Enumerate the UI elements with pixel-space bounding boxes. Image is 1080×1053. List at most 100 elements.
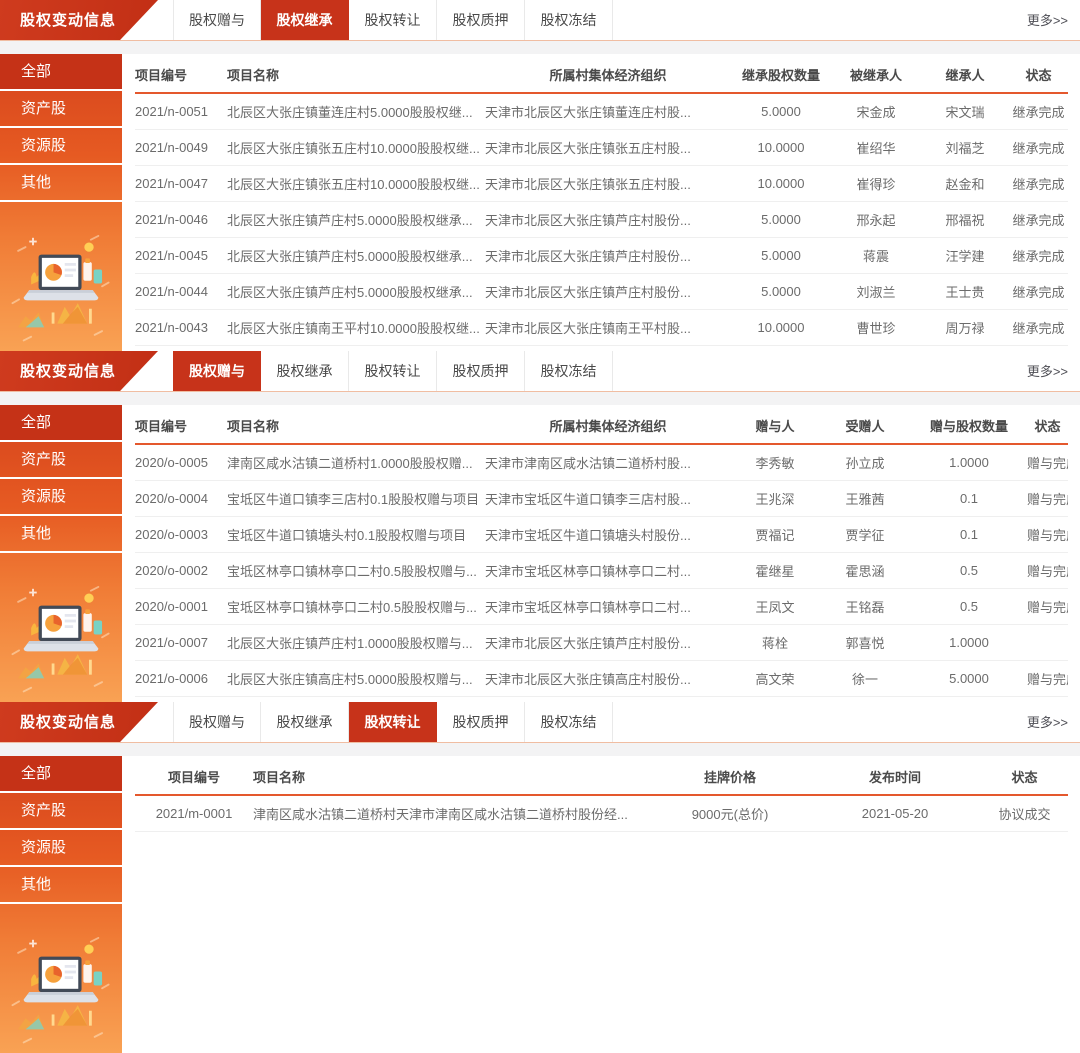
tab-3[interactable]: 股权质押: [437, 0, 525, 40]
table-row[interactable]: 2021/o-0007北辰区大张庄镇芦庄村1.0000股股权赠与...天津市北辰…: [135, 624, 1068, 660]
cell: 宝坻区林亭口镇林亭口二村0.5股股权赠与...: [227, 588, 485, 624]
cell: 5.0000: [731, 237, 831, 273]
tab-4[interactable]: 股权冻结: [525, 702, 613, 742]
cell: 郭喜悦: [819, 624, 911, 660]
table-row[interactable]: 2021/n-0046北辰区大张庄镇芦庄村5.0000股股权继承...天津市北辰…: [135, 201, 1068, 237]
cell: 李秀敏: [731, 444, 819, 480]
cell: 霍继星: [731, 552, 819, 588]
tab-3[interactable]: 股权质押: [437, 351, 525, 391]
tab-4[interactable]: 股权冻结: [525, 0, 613, 40]
cell: 5.0000: [731, 201, 831, 237]
cell: 天津市北辰区大张庄镇芦庄村股份...: [485, 273, 731, 309]
cell: 继承完成: [1009, 93, 1068, 129]
cell: 刘福芝: [921, 129, 1009, 165]
cell: 北辰区大张庄镇张五庄村10.0000股股权继...: [227, 165, 485, 201]
tab-0[interactable]: 股权赠与: [173, 702, 261, 742]
table-row[interactable]: 2021/n-0047北辰区大张庄镇张五庄村10.0000股股权继...天津市北…: [135, 165, 1068, 201]
tab-2[interactable]: 股权转让: [349, 0, 437, 40]
table-row[interactable]: 2021/n-0051北辰区大张庄镇董连庄村5.0000股股权继...天津市北辰…: [135, 93, 1068, 129]
table-row[interactable]: 2020/o-0003宝坻区牛道口镇塘头村0.1股股权赠与项目天津市宝坻区牛道口…: [135, 516, 1068, 552]
column-header: 项目编号: [135, 408, 227, 444]
section-content: 全部资产股资源股其他: [0, 756, 1080, 1053]
laptop-analytics-illustration-icon: [0, 904, 122, 1053]
sidebar-item-0[interactable]: 全部: [0, 756, 122, 793]
table-row[interactable]: 2021/n-0049北辰区大张庄镇张五庄村10.0000股股权继...天津市北…: [135, 129, 1068, 165]
cell: 赠与完成: [1027, 444, 1068, 480]
sidebar-item-1[interactable]: 资产股: [0, 442, 122, 479]
section-title: 股权变动信息: [20, 12, 116, 29]
cell: 天津市北辰区大张庄镇芦庄村股份...: [485, 237, 731, 273]
sidebar-item-3[interactable]: 其他: [0, 867, 122, 904]
sidebar-item-0[interactable]: 全部: [0, 54, 122, 91]
cell: 北辰区大张庄镇南王平村10.0000股股权继...: [227, 309, 485, 345]
cell: 2020/o-0003: [135, 516, 227, 552]
tab-3[interactable]: 股权质押: [437, 702, 525, 742]
tab-0[interactable]: 股权赠与: [173, 351, 261, 391]
cell: 5.0000: [731, 93, 831, 129]
laptop-analytics-illustration-icon: [0, 202, 122, 351]
sidebar-item-0[interactable]: 全部: [0, 405, 122, 442]
table-row[interactable]: 2021/n-0045北辰区大张庄镇芦庄村5.0000股股权继承...天津市北辰…: [135, 237, 1068, 273]
more-link[interactable]: 更多>>: [1027, 702, 1068, 743]
tab-1[interactable]: 股权继承: [261, 0, 349, 40]
table-row[interactable]: 2021/m-0001津南区咸水沽镇二道桥村天津市津南区咸水沽镇二道桥村股份经.…: [135, 795, 1068, 831]
table-row[interactable]: 2021/o-0006北辰区大张庄镇高庄村5.0000股股权赠与...天津市北辰…: [135, 660, 1068, 696]
cell: 10.0000: [731, 309, 831, 345]
cell: 汪学建: [921, 237, 1009, 273]
sidebar-item-1[interactable]: 资产股: [0, 793, 122, 830]
column-header: 项目编号: [135, 759, 253, 795]
sidebar-item-2[interactable]: 资源股: [0, 128, 122, 165]
tab-1[interactable]: 股权继承: [261, 702, 349, 742]
cell: 周万禄: [921, 309, 1009, 345]
cell: 霍思涵: [819, 552, 911, 588]
table-row[interactable]: 2020/o-0004宝坻区牛道口镇李三店村0.1股股权赠与项目天津市宝坻区牛道…: [135, 480, 1068, 516]
cell: 2021/n-0045: [135, 237, 227, 273]
sidebar: 全部资产股资源股其他: [0, 405, 122, 702]
cell: 2021/n-0047: [135, 165, 227, 201]
more-link[interactable]: 更多>>: [1027, 351, 1068, 392]
tab-bar: 股权赠与股权继承股权转让股权质押股权冻结: [173, 0, 613, 40]
cell: 2021/n-0043: [135, 309, 227, 345]
cell: 宝坻区林亭口镇林亭口二村0.5股股权赠与...: [227, 552, 485, 588]
tab-0[interactable]: 股权赠与: [173, 0, 261, 40]
sidebar-item-2[interactable]: 资源股: [0, 830, 122, 867]
sidebar-item-3[interactable]: 其他: [0, 516, 122, 553]
table-container: 项目编号项目名称所属村集体经济组织继承股权数量被继承人继承人状态 2021/n-…: [122, 54, 1080, 351]
section-title: 股权变动信息: [20, 363, 116, 380]
table-row[interactable]: 2020/o-0002宝坻区林亭口镇林亭口二村0.5股股权赠与...天津市宝坻区…: [135, 552, 1068, 588]
cell: 9000元(总价): [651, 795, 809, 831]
tab-bar: 股权赠与股权继承股权转让股权质押股权冻结: [173, 702, 613, 742]
cell: 天津市宝坻区林亭口镇林亭口二村...: [485, 552, 731, 588]
cell: 继承完成: [1009, 165, 1068, 201]
sidebar-item-2[interactable]: 资源股: [0, 479, 122, 516]
section-title: 股权变动信息: [20, 714, 116, 731]
sidebar-menu: 全部资产股资源股其他: [0, 405, 122, 553]
section-header: 股权变动信息 股权赠与股权继承股权转让股权质押股权冻结 更多>>: [0, 351, 1080, 392]
cell: 北辰区大张庄镇董连庄村5.0000股股权继...: [227, 93, 485, 129]
cell: 10.0000: [731, 165, 831, 201]
cell: 天津市北辰区大张庄镇芦庄村股份...: [485, 624, 731, 660]
sidebar-item-3[interactable]: 其他: [0, 165, 122, 202]
cell: 0.5: [911, 588, 1027, 624]
table-row[interactable]: 2021/n-0044北辰区大张庄镇芦庄村5.0000股股权继承...天津市北辰…: [135, 273, 1068, 309]
gift-table: 项目编号项目名称所属村集体经济组织赠与人受赠人赠与股权数量状态 2020/o-0…: [135, 408, 1068, 697]
table-row[interactable]: 2020/o-0005津南区咸水沽镇二道桥村1.0000股股权赠...天津市津南…: [135, 444, 1068, 480]
cell: 崔得珍: [831, 165, 921, 201]
table-row[interactable]: 2020/o-0001宝坻区林亭口镇林亭口二村0.5股股权赠与...天津市宝坻区…: [135, 588, 1068, 624]
tab-1[interactable]: 股权继承: [261, 351, 349, 391]
tab-bar: 股权赠与股权继承股权转让股权质押股权冻结: [173, 351, 613, 391]
cell: 协议成交: [981, 795, 1068, 831]
section-inheritance: 股权变动信息 股权赠与股权继承股权转让股权质押股权冻结 更多>> 全部资产股资源…: [0, 0, 1080, 351]
table-container: 项目编号项目名称挂牌价格发布时间状态 2021/m-0001津南区咸水沽镇二道桥…: [122, 756, 1080, 1053]
sidebar-item-1[interactable]: 资产股: [0, 91, 122, 128]
cell: 2021/o-0006: [135, 660, 227, 696]
tab-2[interactable]: 股权转让: [349, 351, 437, 391]
cell: 北辰区大张庄镇高庄村5.0000股股权赠与...: [227, 660, 485, 696]
tab-4[interactable]: 股权冻结: [525, 351, 613, 391]
table-row[interactable]: 2021/n-0043北辰区大张庄镇南王平村10.0000股股权继...天津市北…: [135, 309, 1068, 345]
laptop-analytics-illustration-icon: [0, 553, 122, 702]
more-link[interactable]: 更多>>: [1027, 0, 1068, 41]
section-transfer: 股权变动信息 股权赠与股权继承股权转让股权质押股权冻结 更多>> 全部资产股资源…: [0, 702, 1080, 1053]
cell: 王雅茜: [819, 480, 911, 516]
tab-2[interactable]: 股权转让: [349, 702, 437, 742]
